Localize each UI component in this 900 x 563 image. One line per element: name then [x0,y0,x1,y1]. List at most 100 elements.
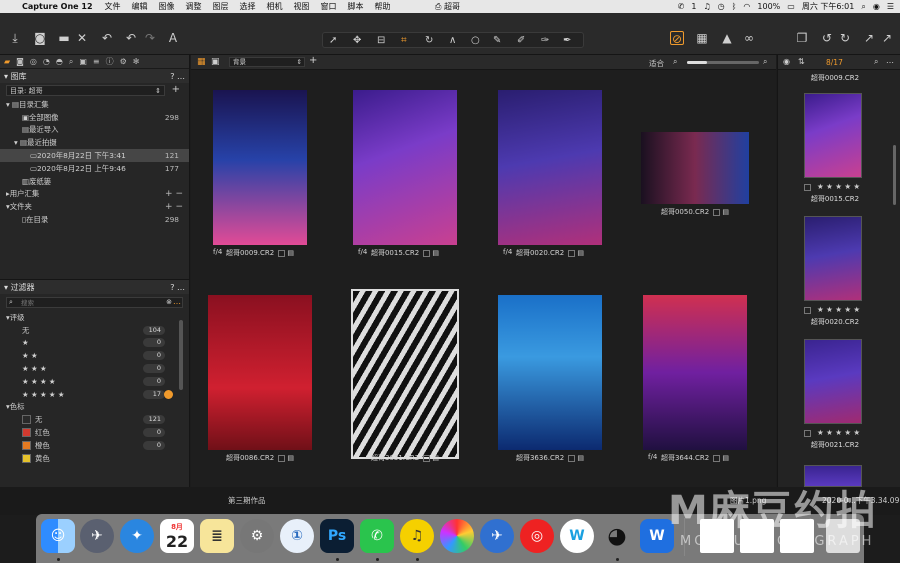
exposure-warning-icon[interactable]: ⊘ [670,31,684,46]
picker-tool-icon[interactable]: ✎ [493,34,501,47]
thumbnail-image[interactable] [498,90,602,245]
menu-camera[interactable]: 相机 [267,1,283,12]
1password-icon[interactable]: ① [280,519,314,553]
rating-filter-row[interactable]: ★ ★ ★ ★ ★ 17 [0,388,189,401]
tab-batch[interactable]: ✻ [133,57,140,66]
tab-capture[interactable]: ◙ [16,57,24,66]
filter-scrollbar[interactable] [179,320,183,390]
tab-exposure[interactable]: ◓ [56,57,63,66]
copy-icon[interactable]: ↗ [880,31,894,45]
zoom-slider[interactable] [687,61,759,64]
browser-thumbnail[interactable] [804,93,862,178]
folders-header[interactable]: ▾ 文件夹 + − [0,200,189,213]
library-header[interactable]: ▾ 图库 ? … [0,69,189,83]
spot-tool-icon[interactable]: ○ [471,34,480,47]
more-icon[interactable]: … [886,56,894,65]
thumbnail-cell[interactable]: 超哥3636.CR2 ▤ [491,295,609,485]
siri-icon[interactable]: ◉ [873,2,880,11]
color-filter-row[interactable]: 橙色 0 [0,439,189,452]
rotate-right-icon[interactable]: ↻ [838,31,852,45]
folder-add-remove-buttons[interactable]: + − [165,202,183,212]
rotate-tool-icon[interactable]: ↻ [425,34,433,47]
tab-output[interactable]: ⚙ [120,57,127,66]
launchpad-icon[interactable]: ✈ [80,519,114,553]
bird-app-icon[interactable]: ✈ [480,519,514,553]
delete-icon[interactable]: ✕ [75,31,89,45]
browser-scrollbar[interactable] [893,145,896,205]
menu-layer[interactable]: 图层 [213,1,229,12]
tab-adjust[interactable]: ≡ [93,57,100,66]
search-icon[interactable]: ⌕ [874,57,878,67]
browser-rating[interactable]: ★ ★ ★ ★ ★ [804,182,878,191]
color-filter-row[interactable]: 黄色 [0,452,189,465]
pan-tool-icon[interactable]: ✥ [353,34,361,47]
reset-icon[interactable]: ↶ [100,31,114,45]
thumbnail-image[interactable] [208,295,312,450]
rating-filter-row[interactable]: ★ 0 [0,337,189,350]
menu-file[interactable]: 文件 [105,1,121,12]
thumbnail-image[interactable] [641,132,749,204]
star-rating[interactable]: ★ ★ ★ ★ ★ [817,305,860,314]
collection-recent-captures[interactable]: ▾ ▤ 最近拍摄 [0,136,189,149]
tab-lens[interactable]: ◎ [30,57,37,66]
tab-local[interactable]: ▣ [79,57,87,66]
fit-label[interactable]: 适合 [649,58,664,69]
collection-all-images[interactable]: ▣ 全部图像 298 [0,111,189,124]
keystone-tool-icon[interactable]: ∧ [449,34,456,47]
select-checkbox[interactable] [804,306,811,314]
menu-image[interactable]: 图像 [159,1,175,12]
zoom-out-icon[interactable]: ⌕ [673,57,677,67]
thumbnail-image[interactable] [213,90,307,245]
rating-filter-row[interactable]: ★ ★ 0 [0,349,189,362]
color-picker-icon[interactable] [440,519,474,553]
wifi-icon[interactable]: ◠ [743,2,750,11]
menu-window[interactable]: 窗口 [321,1,337,12]
calendar-icon[interactable]: 8月 22 [160,519,194,553]
crop-tool-icon[interactable]: ⌗ [401,34,407,47]
filter-header[interactable]: ▾ 过滤器 ? … [0,280,189,294]
zoom-in-icon[interactable]: ⌕ [763,57,767,67]
menu-help[interactable]: 帮助 [375,1,391,12]
folder-in-catalog[interactable]: ▯ 在目录 298 [0,213,189,226]
thumbnail-cell[interactable]: 超哥0086.CR2 ▤ [201,295,319,485]
library-more-button[interactable]: … [177,72,185,81]
folder-icon[interactable]: ▬ [57,31,71,45]
layer-select[interactable]: 背景 ⇕ [229,57,305,67]
thumbnail-image[interactable] [353,90,457,245]
select-checkbox[interactable] [804,183,811,191]
color-filter-row[interactable]: 红色 0 [0,426,189,439]
select-tool-icon[interactable]: ➚ [329,34,337,47]
apply-icon[interactable]: ↗ [862,31,876,45]
collection-capture-date-2[interactable]: ▭ 2020年8月22日 上午9:46 177 [0,162,189,175]
browser-rating[interactable]: ★ ★ ★ ★ ★ [804,428,878,437]
add-catalog-button[interactable]: + [172,85,180,95]
brush-tool-icon[interactable]: ✐ [517,34,525,47]
redo-icon[interactable]: ↷ [143,31,157,45]
safari-icon[interactable]: ✦ [120,519,154,553]
eraser-tool-icon[interactable]: ✑ [541,34,549,47]
browser-thumbnail[interactable] [804,216,862,301]
library-help-button[interactable]: ? [170,72,174,81]
qq-music-icon[interactable]: ♫ [400,519,434,553]
tab-details[interactable]: ⌕ [69,57,73,67]
import-icon[interactable]: ⤓ [8,31,22,45]
user-collections-header[interactable]: ▸ 用户汇集 + − [0,188,189,201]
rating-header[interactable]: ▾ 评级 [0,311,189,324]
menu-select[interactable]: 选择 [240,1,256,12]
tab-library[interactable]: ▰ [4,57,10,66]
notes-icon[interactable]: ≣ [200,519,234,553]
wechat-icon[interactable]: ✆ [360,519,394,553]
thumbnail-image[interactable] [498,295,602,450]
rotate-left-icon[interactable]: ↺ [820,31,834,45]
clear-search-icon[interactable]: ⊗ [166,298,172,306]
wechat-status-icon[interactable]: ✆ [678,2,685,11]
grid-icon[interactable]: ▦ [695,31,709,45]
tab-meta[interactable]: ⓘ [106,56,114,67]
search-options-icon[interactable]: … [173,297,181,306]
menu-adjust[interactable]: 调整 [186,1,202,12]
menu-app-name[interactable]: Capture One 12 [22,2,93,11]
rating-filter-row[interactable]: ★ ★ ★ ★ 0 [0,375,189,388]
search-input[interactable] [21,298,151,307]
sort-icon[interactable]: ⇅ [798,57,805,66]
netease-music-icon[interactable]: ◎ [520,519,554,553]
